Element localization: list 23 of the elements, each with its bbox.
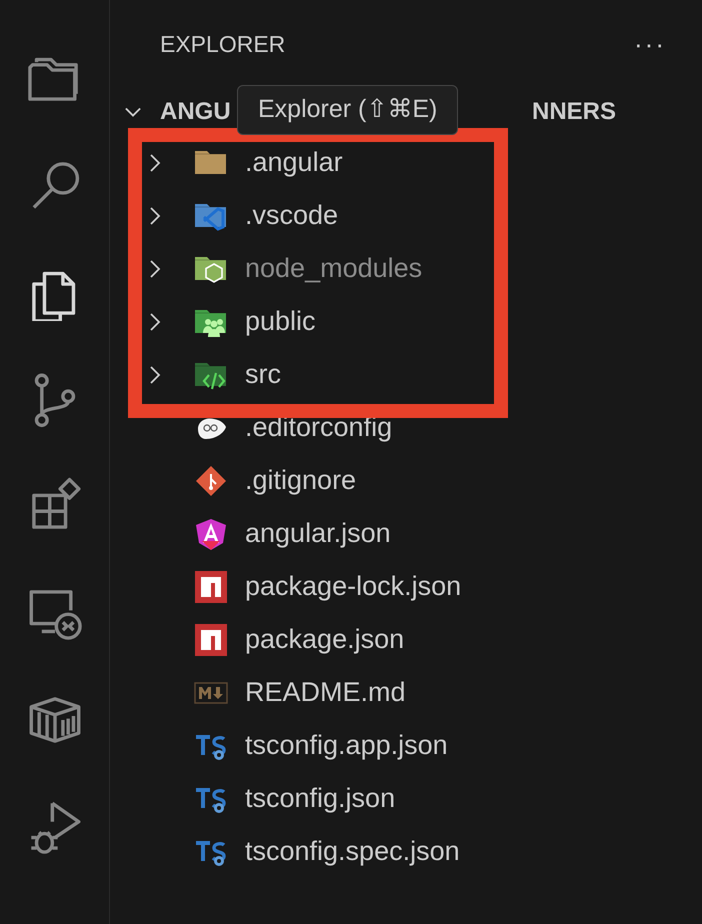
file-name[interactable]: public	[245, 301, 316, 342]
file-name[interactable]: tsconfig.json	[245, 778, 396, 819]
section-title: NNERS	[532, 97, 616, 127]
angular-icon	[194, 516, 228, 550]
git-icon	[194, 464, 228, 498]
file-name[interactable]: angular.json	[245, 513, 391, 554]
file-name[interactable]: .vscode	[245, 195, 338, 236]
file-name[interactable]: node_modules	[245, 248, 422, 289]
file-name[interactable]: tsconfig.spec.json	[245, 831, 460, 872]
file-name[interactable]: .angular	[245, 142, 343, 183]
file-name[interactable]: package.json	[245, 619, 404, 660]
file-name[interactable]: .editorconfig	[245, 407, 392, 448]
file-name[interactable]: .gitignore	[245, 460, 356, 501]
panel-title: EXPLORER	[160, 30, 286, 59]
npm-icon	[194, 570, 228, 604]
section-title: ANGU	[160, 97, 231, 127]
more-actions-button[interactable]: ···	[634, 31, 666, 57]
tooltip: Explorer (⇧⌘E)	[237, 85, 458, 135]
file-name[interactable]: src	[245, 354, 281, 395]
npm-icon	[194, 622, 228, 656]
file-name[interactable]: package-lock.json	[245, 566, 462, 607]
file-name[interactable]: tsconfig.app.json	[245, 725, 448, 766]
file-name[interactable]: README.md	[245, 672, 406, 713]
